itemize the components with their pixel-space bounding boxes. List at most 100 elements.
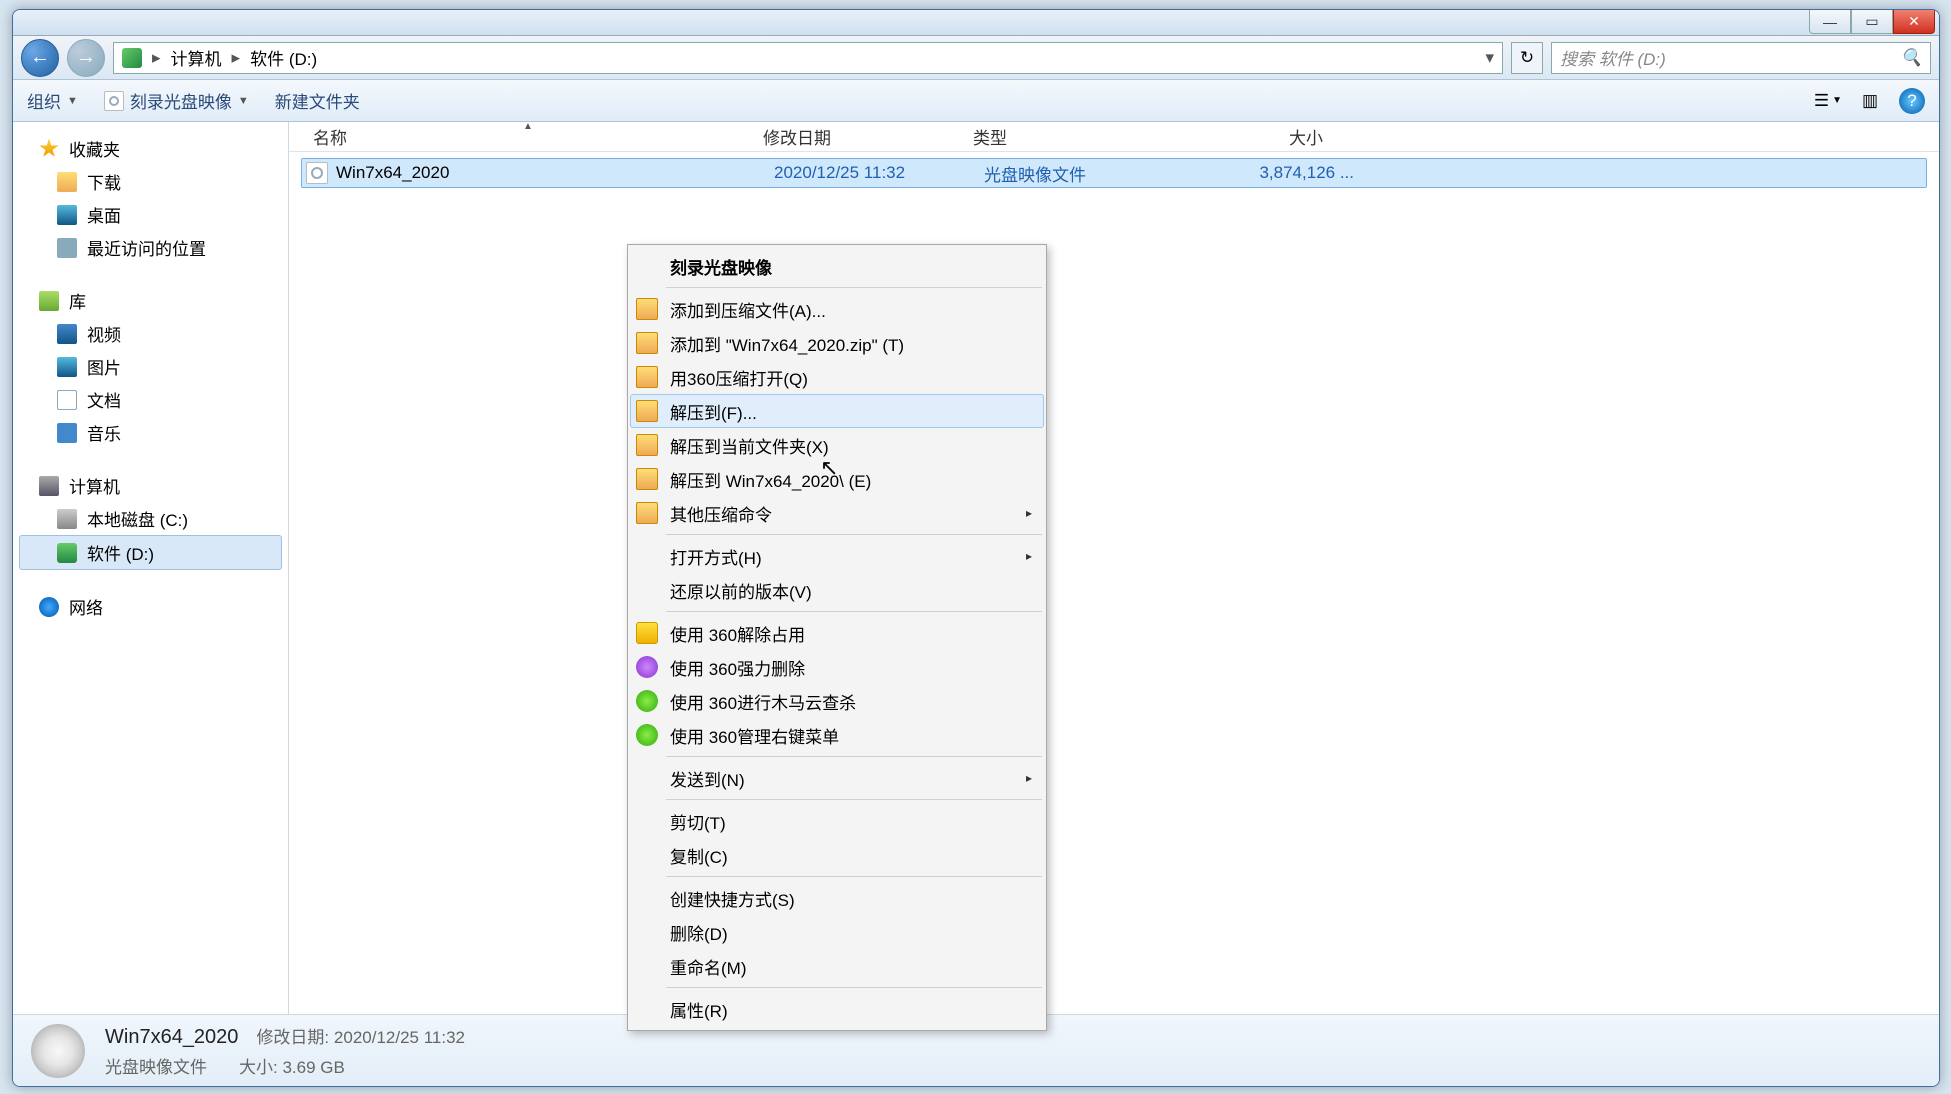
details-filename: Win7x64_2020 (105, 1026, 238, 1049)
archive-icon (636, 332, 658, 354)
sidebar-videos[interactable]: 视频 (13, 317, 288, 350)
sidebar-computer-header[interactable]: 计算机 (13, 469, 288, 502)
column-name[interactable]: 名称▲ (303, 124, 753, 149)
recent-icon (57, 238, 77, 258)
archive-icon (636, 434, 658, 456)
disc-icon (104, 91, 124, 111)
sort-asc-icon: ▲ (523, 121, 533, 132)
file-date: 2020/12/25 11:32 (774, 163, 984, 183)
submenu-arrow-icon: ▸ (1026, 771, 1032, 785)
organize-button[interactable]: 组织▼ (27, 88, 78, 113)
forward-button[interactable]: → (67, 39, 105, 77)
360-icon (636, 622, 658, 644)
desktop-icon (57, 205, 77, 225)
ctx-360-unlock[interactable]: 使用 360解除占用 (630, 616, 1044, 650)
folder-icon (57, 172, 77, 192)
new-folder-button[interactable]: 新建文件夹 (275, 88, 360, 113)
ctx-create-shortcut[interactable]: 创建快捷方式(S) (630, 881, 1044, 915)
sidebar-network-header[interactable]: 网络 (13, 590, 288, 623)
separator (666, 799, 1042, 800)
search-input[interactable]: 搜索 软件 (D:) 🔍 (1551, 42, 1931, 74)
maximize-button[interactable]: ▭ (1851, 10, 1893, 34)
sidebar-pictures[interactable]: 图片 (13, 350, 288, 383)
sidebar-drive-d[interactable]: 软件 (D:) (19, 535, 282, 570)
file-list: Win7x64_2020 2020/12/25 11:32 光盘映像文件 3,8… (289, 152, 1939, 1014)
ctx-open-with[interactable]: 打开方式(H)▸ (630, 539, 1044, 573)
ctx-copy[interactable]: 复制(C) (630, 838, 1044, 872)
sidebar-libraries-header[interactable]: 库 (13, 284, 288, 317)
ctx-extract-folder[interactable]: 解压到 Win7x64_2020\ (E) (630, 462, 1044, 496)
burn-image-button[interactable]: 刻录光盘映像▼ (104, 88, 249, 113)
ctx-rename[interactable]: 重命名(M) (630, 949, 1044, 983)
submenu-arrow-icon: ▸ (1026, 549, 1032, 563)
help-button[interactable]: ? (1899, 88, 1925, 114)
sidebar-documents[interactable]: 文档 (13, 383, 288, 416)
picture-icon (57, 357, 77, 377)
chevron-right-icon: ▸ (152, 48, 161, 68)
ctx-burn-image[interactable]: 刻录光盘映像 (630, 249, 1044, 283)
separator (666, 876, 1042, 877)
chevron-down-icon: ▼ (238, 95, 249, 107)
star-icon (39, 139, 59, 159)
360-icon (636, 690, 658, 712)
disc-image-icon (31, 1024, 85, 1078)
details-filetype: 光盘映像文件 (105, 1053, 207, 1078)
file-size: 3,874,126 ... (1194, 163, 1354, 183)
refresh-button[interactable]: ↻ (1511, 42, 1543, 74)
ctx-delete[interactable]: 删除(D) (630, 915, 1044, 949)
chevron-right-icon: ▸ (232, 48, 241, 68)
column-headers: 名称▲ 修改日期 类型 大小 (289, 122, 1939, 152)
address-bar[interactable]: ▸ 计算机 ▸ 软件 (D:) ▾ (113, 42, 1503, 74)
view-options-button[interactable]: ☰▼ (1815, 88, 1841, 114)
ctx-extract-here[interactable]: 解压到当前文件夹(X) (630, 428, 1044, 462)
file-type: 光盘映像文件 (984, 161, 1194, 186)
sidebar-downloads[interactable]: 下载 (13, 165, 288, 198)
sidebar: 收藏夹 下载 桌面 最近访问的位置 库 视频 图片 文档 音乐 计算机 本地磁盘… (13, 122, 289, 1014)
back-button[interactable]: ← (21, 39, 59, 77)
column-date[interactable]: 修改日期 (753, 124, 963, 149)
column-size[interactable]: 大小 (1173, 124, 1333, 149)
separator (666, 534, 1042, 535)
submenu-arrow-icon: ▸ (1026, 506, 1032, 520)
ctx-360-force-delete[interactable]: 使用 360强力删除 (630, 650, 1044, 684)
column-type[interactable]: 类型 (963, 124, 1173, 149)
sidebar-recent[interactable]: 最近访问的位置 (13, 231, 288, 264)
separator (666, 987, 1042, 988)
breadcrumb-drive[interactable]: 软件 (D:) (250, 45, 317, 70)
sidebar-music[interactable]: 音乐 (13, 416, 288, 449)
ctx-add-archive[interactable]: 添加到压缩文件(A)... (630, 292, 1044, 326)
ctx-cut[interactable]: 剪切(T) (630, 804, 1044, 838)
drive-icon (122, 48, 142, 68)
file-row[interactable]: Win7x64_2020 2020/12/25 11:32 光盘映像文件 3,8… (301, 158, 1927, 188)
ctx-add-zip[interactable]: 添加到 "Win7x64_2020.zip" (T) (630, 326, 1044, 360)
ctx-extract-to[interactable]: 解压到(F)... (630, 394, 1044, 428)
ctx-open-360zip[interactable]: 用360压缩打开(Q) (630, 360, 1044, 394)
dropdown-icon[interactable]: ▾ (1485, 48, 1494, 68)
toolbar: 组织▼ 刻录光盘映像▼ 新建文件夹 ☰▼ ▥ ? (13, 80, 1939, 122)
minimize-button[interactable]: — (1809, 10, 1851, 34)
computer-icon (39, 476, 59, 496)
library-icon (39, 291, 59, 311)
close-button[interactable]: ✕ (1893, 10, 1935, 34)
ctx-other-zip[interactable]: 其他压缩命令▸ (630, 496, 1044, 530)
document-icon (57, 390, 77, 410)
ctx-restore-previous[interactable]: 还原以前的版本(V) (630, 573, 1044, 607)
archive-icon (636, 298, 658, 320)
ctx-360-right-menu[interactable]: 使用 360管理右键菜单 (630, 718, 1044, 752)
sidebar-drive-c[interactable]: 本地磁盘 (C:) (13, 502, 288, 535)
file-list-pane: 名称▲ 修改日期 类型 大小 Win7x64_2020 2020/12/25 1… (289, 122, 1939, 1014)
archive-icon (636, 400, 658, 422)
sidebar-favorites-header[interactable]: 收藏夹 (13, 132, 288, 165)
file-name: Win7x64_2020 (336, 163, 774, 183)
separator (666, 756, 1042, 757)
sidebar-desktop[interactable]: 桌面 (13, 198, 288, 231)
nav-bar: ← → ▸ 计算机 ▸ 软件 (D:) ▾ ↻ 搜索 软件 (D:) 🔍 (13, 36, 1939, 80)
ctx-360-trojan-scan[interactable]: 使用 360进行木马云查杀 (630, 684, 1044, 718)
preview-pane-button[interactable]: ▥ (1857, 88, 1883, 114)
ctx-send-to[interactable]: 发送到(N)▸ (630, 761, 1044, 795)
iso-file-icon (306, 162, 328, 184)
ctx-properties[interactable]: 属性(R) (630, 992, 1044, 1026)
separator (666, 611, 1042, 612)
archive-icon (636, 468, 658, 490)
breadcrumb-computer[interactable]: 计算机 (171, 45, 222, 70)
